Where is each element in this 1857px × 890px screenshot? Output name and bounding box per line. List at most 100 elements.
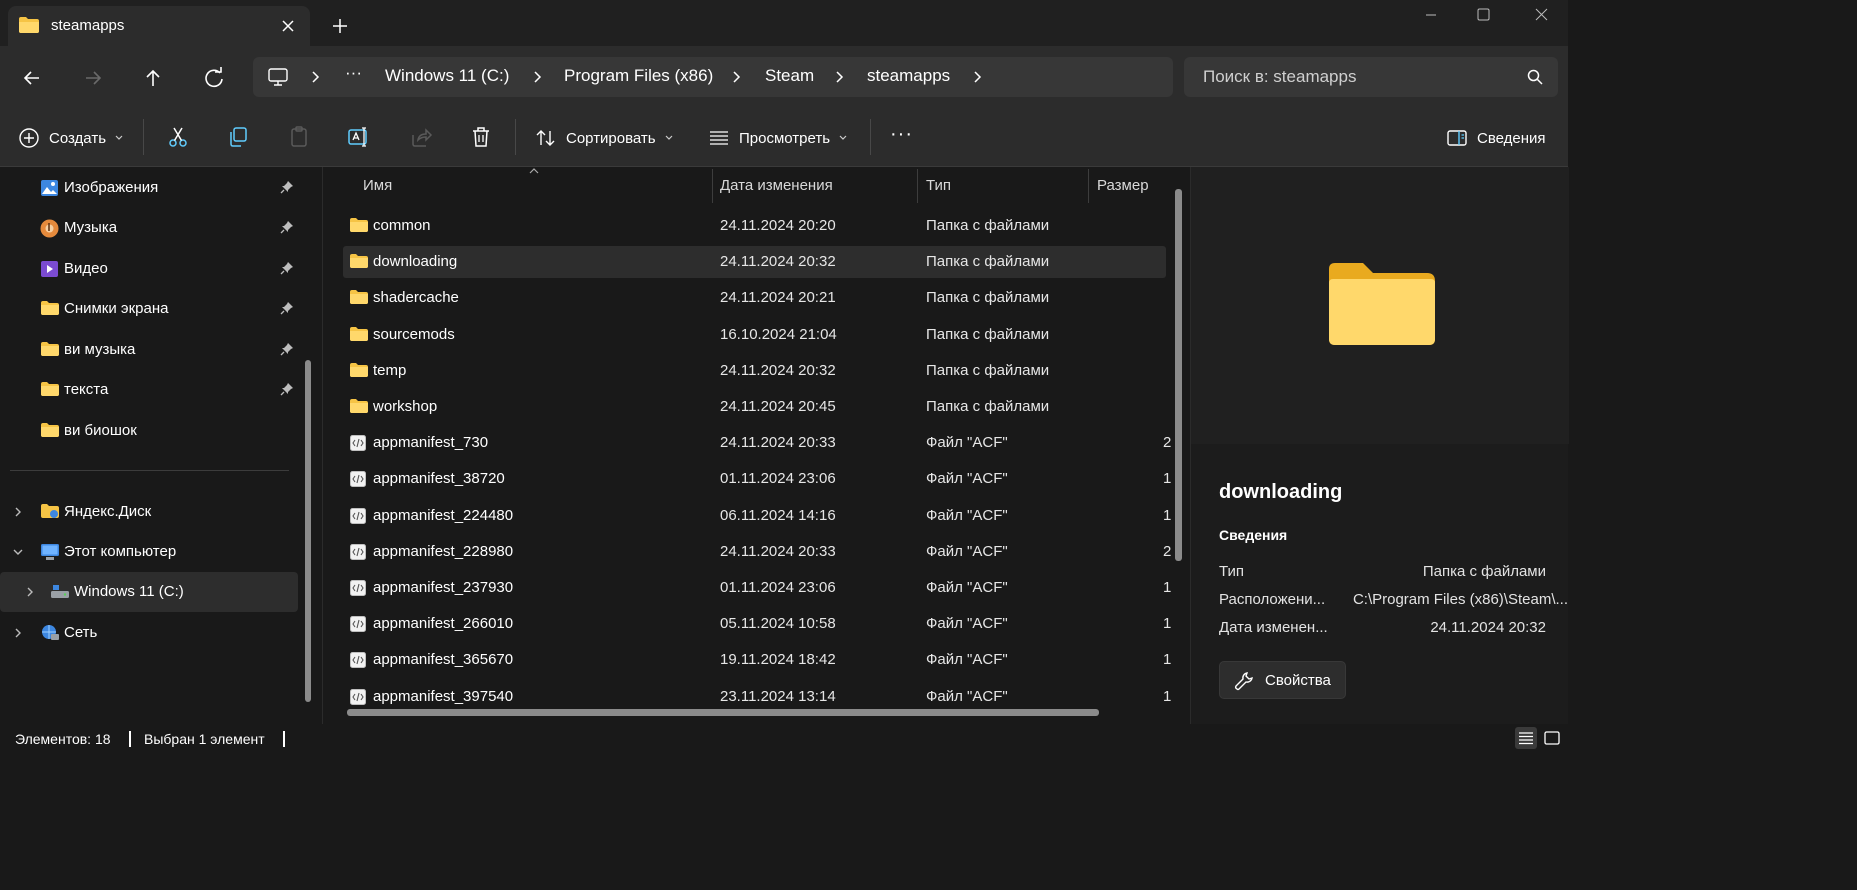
search-icon[interactable] xyxy=(1526,68,1544,86)
sidebar-item-texts[interactable]: текста xyxy=(0,370,298,410)
chevron-down-icon[interactable] xyxy=(12,546,24,558)
sidebar-item-vi-bioshock[interactable]: ви биошок xyxy=(0,411,298,451)
chevron-right-icon[interactable] xyxy=(24,586,36,598)
sidebar-item-yandex-disk[interactable]: Яндекс.Диск xyxy=(0,492,298,532)
sidebar-item-network[interactable]: Сеть xyxy=(0,613,298,653)
file-row[interactable]: temp 24.11.2024 20:32 Папка с файлами xyxy=(343,355,1166,387)
details-view-icon[interactable] xyxy=(1515,727,1537,749)
sidebar-item-this-pc[interactable]: Этот компьютер xyxy=(0,532,298,572)
new-tab-icon[interactable] xyxy=(328,14,352,38)
file-type: Файл "ACF" xyxy=(926,615,1008,633)
close-window-icon[interactable] xyxy=(1518,2,1564,28)
chevron-right-icon[interactable] xyxy=(833,69,847,85)
sidebar-item-videos[interactable]: Видео xyxy=(0,249,298,289)
column-header-size[interactable]: Размер xyxy=(1097,167,1177,204)
file-row[interactable]: workshop 24.11.2024 20:45 Папка с файлами xyxy=(343,391,1166,423)
file-size: 2 xyxy=(1163,434,1172,452)
chevron-down-icon xyxy=(115,135,123,140)
pin-icon[interactable] xyxy=(280,342,294,356)
file-name: appmanifest_237930 xyxy=(373,579,514,596)
more-options-button[interactable]: ··· xyxy=(890,121,913,147)
tab-steamapps[interactable]: steamapps xyxy=(8,6,310,46)
share-icon[interactable] xyxy=(409,125,433,149)
delete-icon[interactable] xyxy=(469,125,493,149)
this-pc-icon[interactable] xyxy=(267,67,289,87)
file-row[interactable]: appmanifest_38720 01.11.2024 23:06 Файл "A… xyxy=(343,463,1171,495)
search-placeholder[interactable]: Поиск в: steamapps xyxy=(1203,67,1356,87)
pin-icon[interactable] xyxy=(280,382,294,396)
breadcrumb-ellipsis[interactable]: ··· xyxy=(345,63,362,83)
sort-button[interactable]: Сортировать xyxy=(535,125,674,151)
file-row[interactable]: appmanifest_228980 24.11.2024 20:33 Файл "… xyxy=(343,536,1171,568)
file-row[interactable]: appmanifest_266010 05.11.2024 10:58 Файл "… xyxy=(343,608,1171,640)
breadcrumb-drive[interactable]: Windows 11 (C:) xyxy=(385,66,509,86)
sidebar-item-windows-drive[interactable]: Windows 11 (C:) xyxy=(0,572,298,612)
sidebar-item-pictures[interactable]: Изображения xyxy=(0,168,298,208)
property-key: Тип xyxy=(1219,563,1245,580)
address-bar[interactable]: ··· Windows 11 (C:) Program Files (x86) … xyxy=(253,57,1173,97)
file-row[interactable]: appmanifest_365670 19.11.2024 18:42 Файл "… xyxy=(343,644,1171,676)
chevron-right-icon[interactable] xyxy=(12,506,24,518)
sidebar-item-vi-music[interactable]: ви музыка xyxy=(0,330,298,370)
view-button[interactable]: Просмотреть xyxy=(708,125,848,151)
maximize-icon[interactable] xyxy=(1460,2,1506,28)
chevron-right-icon[interactable] xyxy=(531,69,545,85)
details-pane-button[interactable]: Сведения xyxy=(1446,125,1546,151)
create-button[interactable]: Создать xyxy=(18,125,124,151)
paste-icon[interactable] xyxy=(287,125,311,149)
column-divider[interactable] xyxy=(712,169,713,203)
pin-icon[interactable] xyxy=(280,261,294,275)
property-key: Расположени... xyxy=(1219,591,1326,608)
column-header-type[interactable]: Тип xyxy=(926,167,1086,204)
file-row[interactable]: common 24.11.2024 20:20 Папка с файлами xyxy=(343,210,1166,242)
properties-button[interactable]: Свойства xyxy=(1219,661,1346,699)
file-row[interactable]: shadercache 24.11.2024 20:21 Папка с файла… xyxy=(343,282,1166,314)
search-box[interactable]: Поиск в: steamapps xyxy=(1184,57,1558,97)
chevron-right-icon[interactable] xyxy=(730,69,744,85)
sidebar-scrollbar[interactable] xyxy=(305,360,311,702)
file-row[interactable]: appmanifest_224480 06.11.2024 14:16 Файл "… xyxy=(343,500,1171,532)
forward-icon[interactable] xyxy=(79,64,107,92)
file-date: 24.11.2024 20:33 xyxy=(720,434,836,452)
sidebar-item-music[interactable]: Музыка xyxy=(0,208,298,248)
file-row[interactable]: appmanifest_397540 23.11.2024 13:14 Файл "… xyxy=(343,681,1171,713)
file-row[interactable]: downloading 24.11.2024 20:32 Папка с файла… xyxy=(343,246,1166,279)
close-tab-icon[interactable] xyxy=(276,14,300,38)
sidebar-item-label: Яндекс.Диск xyxy=(64,503,152,520)
file-row[interactable]: appmanifest_237930 01.11.2024 23:06 Файл "… xyxy=(343,572,1171,604)
pin-icon[interactable] xyxy=(280,180,294,194)
chevron-right-icon[interactable] xyxy=(309,69,323,85)
sidebar-item-label: ви биошок xyxy=(64,422,137,439)
folder-icon xyxy=(349,362,369,382)
chevron-right-icon[interactable] xyxy=(971,69,985,85)
file-list-vertical-scrollbar[interactable] xyxy=(1175,189,1182,561)
column-header-name[interactable]: Имя xyxy=(363,167,713,204)
file-name: sourcemods xyxy=(373,325,455,343)
copy-icon[interactable] xyxy=(226,125,250,149)
file-size: 1 xyxy=(1163,470,1172,488)
column-divider[interactable] xyxy=(1088,169,1089,203)
refresh-icon[interactable] xyxy=(200,64,228,92)
rename-icon[interactable] xyxy=(347,125,371,149)
property-value: C:\Program Files (x86)\Steam\... xyxy=(1352,591,1568,608)
large-icons-view-icon[interactable] xyxy=(1541,727,1563,749)
cut-icon[interactable] xyxy=(166,125,190,149)
minimize-icon[interactable] xyxy=(1408,2,1454,28)
file-list-horizontal-scrollbar[interactable] xyxy=(347,709,1099,716)
breadcrumb-program-files[interactable]: Program Files (x86) xyxy=(564,66,713,86)
file-row[interactable]: appmanifest_730 24.11.2024 20:33 Файл "ACF… xyxy=(343,427,1171,459)
column-header-date[interactable]: Дата изменения xyxy=(720,167,920,204)
large-folder-icon xyxy=(1329,263,1435,345)
breadcrumb-steam[interactable]: Steam xyxy=(765,66,814,86)
sidebar-item-screenshots[interactable]: Снимки экрана xyxy=(0,289,298,329)
pin-icon[interactable] xyxy=(280,301,294,315)
breadcrumb-steamapps[interactable]: steamapps xyxy=(867,66,950,86)
file-date: 24.11.2024 20:32 xyxy=(720,253,836,271)
network-icon xyxy=(42,625,59,640)
back-icon[interactable] xyxy=(18,64,46,92)
pin-icon[interactable] xyxy=(280,220,294,234)
chevron-right-icon[interactable] xyxy=(12,627,24,639)
file-row[interactable]: sourcemods 16.10.2024 21:04 Папка с файлам… xyxy=(343,319,1166,351)
column-divider[interactable] xyxy=(917,169,918,203)
up-icon[interactable] xyxy=(139,64,167,92)
